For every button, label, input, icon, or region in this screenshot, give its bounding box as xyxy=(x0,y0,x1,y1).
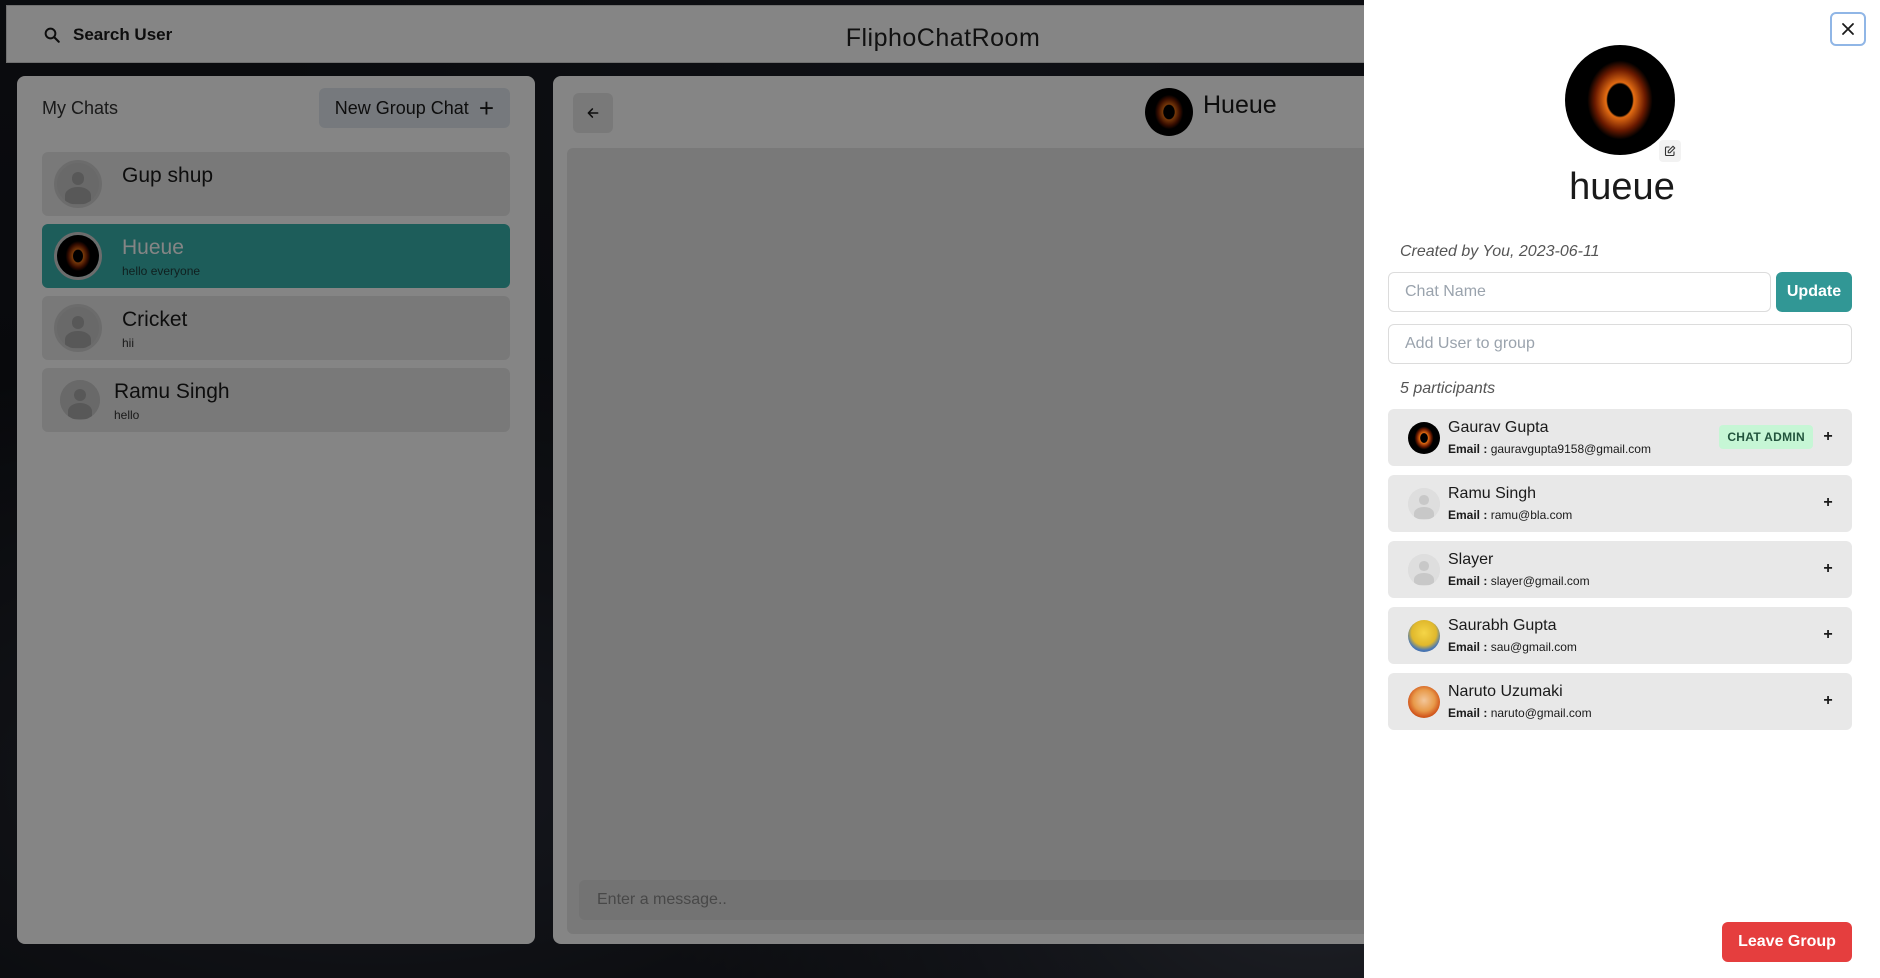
participant-item: Ramu Singh Email : ramu@bla.com + xyxy=(1388,475,1852,532)
participant-name: Ramu Singh xyxy=(1448,485,1537,502)
avatar xyxy=(1408,488,1440,520)
avatar xyxy=(1408,422,1440,454)
email-label: Email : xyxy=(1448,442,1488,456)
email-value: sau@gmail.com xyxy=(1490,640,1577,654)
email-label: Email : xyxy=(1448,706,1488,720)
chat-name-input[interactable] xyxy=(1388,272,1771,312)
close-drawer-button[interactable] xyxy=(1830,12,1866,46)
email-value: ramu@bla.com xyxy=(1490,508,1573,522)
participant-email: Email : slayer@gmail.com xyxy=(1448,574,1590,588)
remove-participant-button[interactable]: + xyxy=(1818,691,1838,711)
remove-participant-button[interactable]: + xyxy=(1818,625,1838,645)
remove-participant-button[interactable]: + xyxy=(1818,493,1838,513)
participant-item: Gaurav Gupta Email : gauravgupta9158@gma… xyxy=(1388,409,1852,466)
participant-name: Naruto Uzumaki xyxy=(1448,683,1563,700)
remove-participant-button[interactable]: + xyxy=(1818,559,1838,579)
email-label: Email : xyxy=(1448,508,1488,522)
app-root: Search User FliphoChatRoom My Chats New … xyxy=(0,0,1880,978)
group-avatar xyxy=(1565,45,1675,155)
participant-name: Gaurav Gupta xyxy=(1448,419,1549,436)
email-label: Email : xyxy=(1448,640,1488,654)
participant-email: Email : naruto@gmail.com xyxy=(1448,706,1592,720)
participants-list: Gaurav Gupta Email : gauravgupta9158@gma… xyxy=(1388,409,1852,739)
add-user-input[interactable] xyxy=(1388,324,1852,364)
leave-group-button[interactable]: Leave Group xyxy=(1722,922,1852,962)
edit-icon xyxy=(1664,145,1676,157)
edit-avatar-button[interactable] xyxy=(1659,140,1681,162)
black-hole-image xyxy=(1408,422,1440,454)
email-value: naruto@gmail.com xyxy=(1490,706,1592,720)
participants-count: 5 participants xyxy=(1400,380,1496,397)
email-value: slayer@gmail.com xyxy=(1490,574,1590,588)
black-hole-image xyxy=(1565,45,1675,155)
avatar xyxy=(1408,554,1440,586)
group-name: hueue xyxy=(1569,166,1675,208)
minion-image xyxy=(1408,620,1440,652)
participant-item: Naruto Uzumaki Email : naruto@gmail.com … xyxy=(1388,673,1852,730)
naruto-image xyxy=(1408,686,1440,718)
default-user-icon xyxy=(1408,554,1440,586)
chat-admin-badge: CHAT ADMIN xyxy=(1719,425,1813,449)
close-icon xyxy=(1842,23,1854,35)
participant-email: Email : ramu@bla.com xyxy=(1448,508,1572,522)
default-user-icon xyxy=(1408,488,1440,520)
participant-name: Slayer xyxy=(1448,551,1494,568)
participant-email: Email : gauravgupta9158@gmail.com xyxy=(1448,442,1651,456)
remove-participant-button[interactable]: + xyxy=(1818,427,1838,447)
update-button[interactable]: Update xyxy=(1776,272,1852,312)
email-value: gauravgupta9158@gmail.com xyxy=(1490,442,1651,456)
avatar xyxy=(1408,620,1440,652)
avatar xyxy=(1408,686,1440,718)
email-label: Email : xyxy=(1448,574,1488,588)
participant-item: Saurabh Gupta Email : sau@gmail.com + xyxy=(1388,607,1852,664)
participant-item: Slayer Email : slayer@gmail.com + xyxy=(1388,541,1852,598)
created-by-text: Created by You, 2023-06-11 xyxy=(1400,243,1600,260)
participant-email: Email : sau@gmail.com xyxy=(1448,640,1577,654)
participant-name: Saurabh Gupta xyxy=(1448,617,1557,634)
